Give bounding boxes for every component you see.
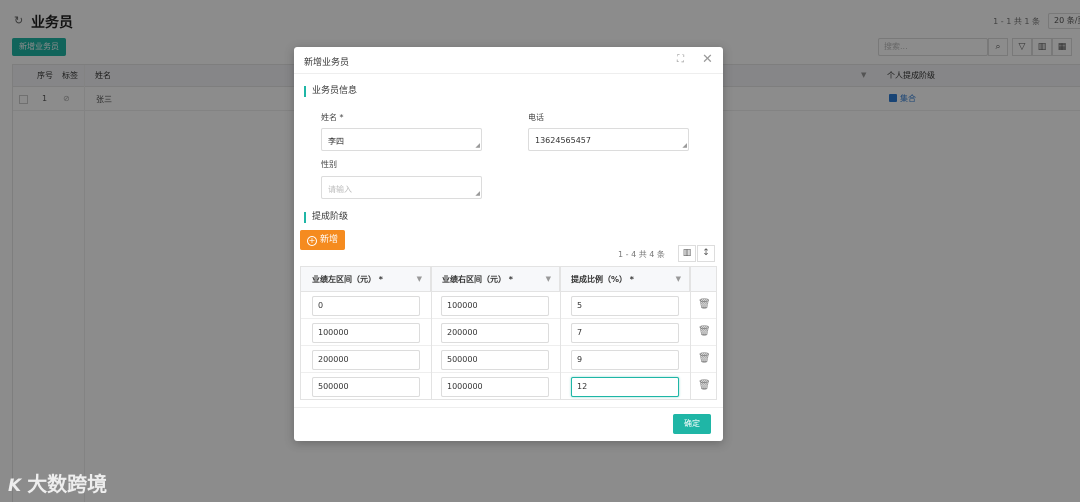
tier-row: 500000 1000000 12 🗑 (301, 373, 716, 400)
tier-pager: 1 - 4 共 4 条 (618, 250, 665, 259)
close-icon[interactable]: ✕ (702, 52, 713, 67)
confirm-button[interactable]: 确定 (673, 414, 711, 434)
left-range-input[interactable]: 500000 (312, 377, 420, 397)
watermark-text: 大数跨境 (27, 472, 108, 496)
expand-icon[interactable]: ⛶ (677, 54, 684, 65)
chevron-down-icon[interactable]: ▼ (546, 267, 551, 292)
right-range-input[interactable]: 500000 (441, 350, 549, 370)
right-range-input[interactable]: 1000000 (441, 377, 549, 397)
modal-title: 新增业务员 (304, 58, 350, 68)
trash-icon[interactable]: 🗑 (698, 353, 711, 364)
header-right-range[interactable]: 业绩右区间（元） * ▼ (431, 267, 560, 292)
chevron-down-icon[interactable]: ▼ (676, 267, 681, 292)
resize-handle-icon[interactable]: ◢ (682, 143, 687, 149)
modal-header: 新增业务员 ⛶ ✕ (294, 47, 723, 74)
plus-icon: + (307, 236, 317, 246)
right-range-input[interactable]: 200000 (441, 323, 549, 343)
add-tier-button[interactable]: + 新增 (300, 230, 346, 250)
header-rate-label: 提成比例（%） * (571, 275, 634, 284)
trash-icon[interactable]: 🗑 (698, 299, 711, 310)
rate-input[interactable]: 9 (571, 350, 679, 370)
trash-icon[interactable]: 🗑 (698, 326, 711, 337)
rate-input[interactable]: 5 (571, 296, 679, 316)
tier-table-header: 业绩左区间（元） * ▼ 业绩右区间（元） * ▼ 提成比例（%） * ▼ (301, 267, 716, 292)
phone-label: 电话 (528, 113, 544, 122)
add-tier-label: 新增 (320, 235, 339, 245)
phone-value: 13624565457 (535, 136, 591, 145)
right-range-input[interactable]: 100000 (441, 296, 549, 316)
chevron-down-icon[interactable]: ▼ (417, 267, 422, 292)
trash-icon[interactable]: 🗑 (698, 380, 711, 391)
header-left-range-label: 业绩左区间（元） * (312, 275, 383, 284)
phone-field[interactable]: 13624565457 ◢ (528, 128, 689, 151)
left-range-input[interactable]: 0 (312, 296, 420, 316)
section-staff-info: 业务员信息 (304, 86, 357, 97)
gender-placeholder: 请输入 (328, 185, 352, 194)
watermark-logo: K (8, 476, 22, 496)
chart-icon[interactable]: ▥ (678, 245, 696, 262)
tier-table: 业绩左区间（元） * ▼ 业绩右区间（元） * ▼ 提成比例（%） * ▼ 0 100… (300, 266, 717, 400)
watermark: K 大数跨境 (8, 468, 107, 497)
name-value: 李四 (328, 137, 344, 146)
divider (560, 267, 561, 400)
section-tiers: 提成阶级 (304, 212, 348, 223)
left-range-input[interactable]: 200000 (312, 350, 420, 370)
tier-row: 100000 200000 7 🗑 (301, 319, 716, 346)
name-label: 姓名 * (321, 113, 344, 122)
rate-input[interactable]: 12 (571, 377, 679, 397)
divider (690, 267, 691, 400)
tier-row: 200000 500000 9 🗑 (301, 346, 716, 373)
left-range-input[interactable]: 100000 (312, 323, 420, 343)
name-field[interactable]: 李四 ◢ (321, 128, 482, 151)
add-staff-modal: 新增业务员 ⛶ ✕ 业务员信息 姓名 * 李四 ◢ 电话 13624565457… (294, 47, 723, 441)
header-rate[interactable]: 提成比例（%） * ▼ (560, 267, 690, 292)
resize-handle-icon[interactable]: ◢ (475, 143, 480, 149)
header-right-range-label: 业绩右区间（元） * (442, 275, 513, 284)
modal-footer-divider (294, 407, 723, 408)
row-height-icon[interactable]: ↕ (697, 245, 715, 262)
divider (431, 267, 432, 400)
gender-field[interactable]: 请输入 ◢ (321, 176, 482, 199)
header-left-range[interactable]: 业绩左区间（元） * ▼ (301, 267, 431, 292)
gender-label: 性别 (321, 160, 337, 169)
rate-input[interactable]: 7 (571, 323, 679, 343)
resize-handle-icon[interactable]: ◢ (475, 191, 480, 197)
tier-row: 0 100000 5 🗑 (301, 292, 716, 319)
